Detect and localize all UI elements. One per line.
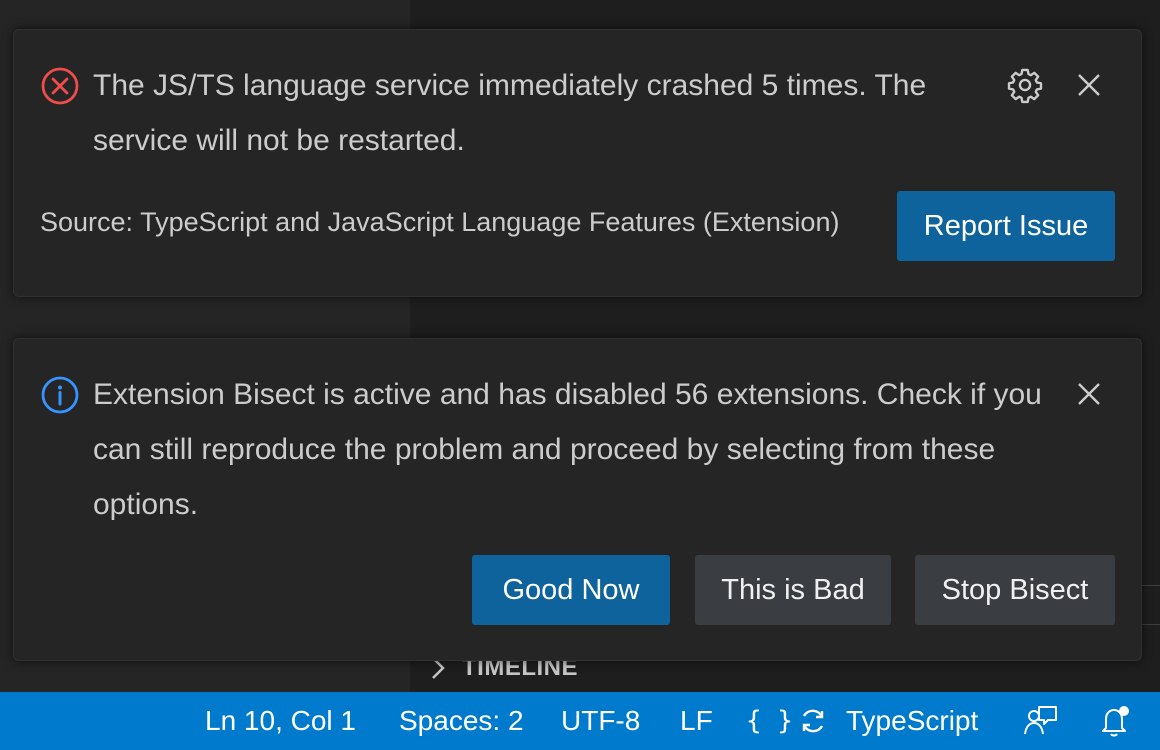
panel-divider — [1140, 585, 1160, 625]
cursor-position[interactable]: Ln 10, Col 1 — [205, 692, 356, 750]
end-of-line[interactable]: LF — [680, 692, 713, 750]
close-icon[interactable] — [1067, 372, 1111, 416]
this-is-bad-button[interactable]: This is Bad — [695, 555, 891, 625]
gear-icon[interactable] — [1003, 63, 1047, 107]
file-encoding[interactable]: UTF-8 — [561, 692, 640, 750]
language-mode[interactable]: TypeScript — [846, 692, 978, 750]
error-circle-x-icon — [40, 66, 80, 106]
info-notification-toast: Extension Bisect is active and has disab… — [13, 338, 1142, 661]
stop-bisect-button[interactable]: Stop Bisect — [915, 555, 1115, 625]
notification-source: Source: TypeScript and JavaScript Langua… — [40, 207, 840, 237]
braces-icon[interactable]: { } — [746, 692, 793, 750]
sync-icon[interactable] — [797, 692, 829, 750]
info-icon — [40, 375, 80, 415]
feedback-icon[interactable] — [1023, 692, 1059, 750]
close-icon[interactable] — [1067, 63, 1111, 107]
info-message: Extension Bisect is active and has disab… — [93, 378, 1042, 521]
good-now-button[interactable]: Good Now — [472, 555, 670, 625]
error-message: The JS/TS language service immediately c… — [93, 69, 927, 157]
indentation-setting[interactable]: Spaces: 2 — [399, 692, 524, 750]
report-issue-button[interactable]: Report Issue — [897, 191, 1115, 261]
error-notification-toast: The JS/TS language service immediately c… — [13, 29, 1142, 297]
status-bar: Ln 10, Col 1 Spaces: 2 UTF-8 LF { } Type… — [0, 692, 1160, 750]
bell-icon[interactable] — [1097, 692, 1133, 750]
